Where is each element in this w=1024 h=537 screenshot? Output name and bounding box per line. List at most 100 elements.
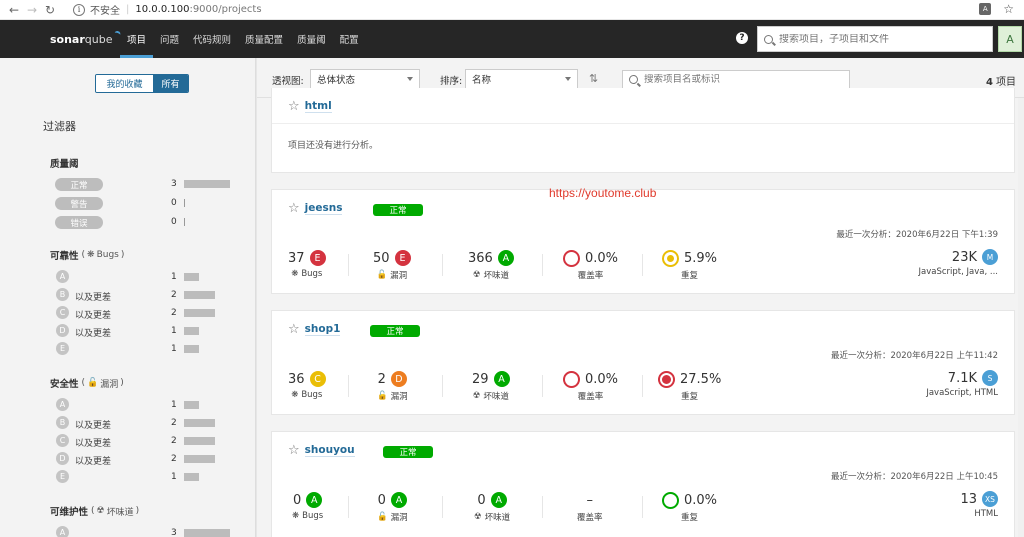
metric-value: – xyxy=(586,492,594,508)
project-name[interactable]: shouyou xyxy=(304,444,355,457)
rating-badge: A xyxy=(493,371,510,387)
bugs-metric[interactable]: 0A ❋ Bugs xyxy=(292,491,323,521)
coverage-ring-icon xyxy=(563,370,580,388)
last-analysis: 最近一次分析：2020年6月22日 上午10:45 xyxy=(830,472,998,482)
gate-pill-error[interactable]: 错误 xyxy=(55,216,103,229)
facet-title-text: 安全性 xyxy=(50,379,79,390)
security-facet-title[interactable]: 安全性 (🔓 漏洞) xyxy=(50,376,124,390)
metric-value: 50 xyxy=(373,250,390,266)
duplication-metric[interactable]: 27.5% 重复 xyxy=(658,370,721,402)
perspective-select[interactable]: 总体状态 xyxy=(310,69,420,89)
coverage-metric[interactable]: 0.0% 覆盖率 xyxy=(563,249,618,281)
size-rating-badge: S xyxy=(982,370,998,386)
top-navigation: sonarqube 项目 问题 代码规则 质量配置 质量阈 配置 ? A xyxy=(0,20,1024,58)
project-search[interactable] xyxy=(622,70,850,89)
back-arrow-icon[interactable]: ← xyxy=(5,1,23,19)
vulnerabilities-metric[interactable]: 2D 🔓 漏洞 xyxy=(377,370,408,402)
main-scrollbar[interactable] xyxy=(1018,98,1024,537)
rating-c[interactable]: C xyxy=(56,434,69,447)
rating-d[interactable]: D xyxy=(56,324,69,337)
maintainability-facet-title[interactable]: 可维护性 (☢ 坏味道) xyxy=(50,504,139,518)
bugs-metric[interactable]: 37 E ❋ Bugs xyxy=(288,249,326,279)
favorite-star-icon[interactable]: ☆ xyxy=(288,323,300,336)
nav-administration[interactable]: 配置 xyxy=(333,20,366,58)
rating-badge: A xyxy=(390,492,407,508)
metric-separator xyxy=(642,496,643,518)
size-metric[interactable]: 23K M JavaScript, Java, ... xyxy=(919,249,998,277)
metric-label: 重复 xyxy=(681,271,699,281)
facet-count: 3 xyxy=(171,179,177,189)
nav-quality-gates[interactable]: 质量阈 xyxy=(290,20,333,58)
rating-badge: A xyxy=(490,492,507,508)
project-name[interactable]: html xyxy=(304,100,332,113)
forward-arrow-icon[interactable]: → xyxy=(23,1,41,19)
facet-bar xyxy=(184,419,215,427)
code-smells-metric[interactable]: 366 A ☢ 坏味道 xyxy=(468,249,514,281)
bugs-metric[interactable]: 36 C ❋ Bugs xyxy=(288,370,326,400)
radiation-icon: ☢ xyxy=(472,270,481,280)
vulnerabilities-metric[interactable]: 50 E 🔓 漏洞 xyxy=(373,249,411,281)
nav-quality-profiles[interactable]: 质量配置 xyxy=(238,20,290,58)
rating-badge: A xyxy=(497,250,514,266)
info-icon[interactable]: i xyxy=(73,3,85,16)
sort-direction-icon[interactable]: ⇅ xyxy=(589,72,598,85)
nav-issues[interactable]: 问题 xyxy=(153,20,186,58)
global-search-input[interactable] xyxy=(779,33,979,45)
help-icon[interactable]: ? xyxy=(736,32,748,44)
sidebar-scrollbar[interactable] xyxy=(255,58,256,537)
rating-c[interactable]: C xyxy=(56,306,69,319)
address-bar[interactable]: i 不安全 | 10.0.0.100:9000/projects xyxy=(73,1,262,19)
rating-a[interactable]: A xyxy=(56,270,69,283)
gate-pill-warn[interactable]: 警告 xyxy=(55,197,103,210)
nav-projects[interactable]: 项目 xyxy=(120,20,154,58)
favorites-button[interactable]: 我的收藏 xyxy=(96,75,153,92)
project-name[interactable]: jeesns xyxy=(304,202,343,215)
coverage-metric[interactable]: – 覆盖率 xyxy=(577,491,603,524)
metric-label: 重复 xyxy=(681,513,699,523)
duplication-metric[interactable]: 5.9% 重复 xyxy=(662,249,717,281)
rating-b[interactable]: B xyxy=(56,288,69,301)
facet-subtitle: (🔓 漏洞) xyxy=(82,377,124,390)
avatar[interactable]: A xyxy=(998,26,1022,52)
quality-gate-facet-title[interactable]: 质量阈 xyxy=(50,156,79,170)
reliability-facet-title[interactable]: 可靠性 (❋ Bugs) xyxy=(50,248,124,262)
rating-b[interactable]: B xyxy=(56,416,69,429)
favorites-toggle: 我的收藏 所有 xyxy=(95,74,189,93)
rating-e[interactable]: E xyxy=(56,342,69,355)
facet-count: 1 xyxy=(171,472,177,482)
sort-select[interactable]: 名称 xyxy=(465,69,578,89)
last-analysis: 最近一次分析：2020年6月22日 下午1:39 xyxy=(836,230,998,240)
code-smells-metric[interactable]: 0A ☢ 坏味道 xyxy=(474,491,510,523)
favorite-star-icon[interactable]: ☆ xyxy=(288,202,300,215)
all-button[interactable]: 所有 xyxy=(153,75,188,92)
reload-icon[interactable]: ↻ xyxy=(41,1,59,19)
global-search[interactable] xyxy=(757,26,993,52)
metric-value: 27.5% xyxy=(680,371,722,387)
rating-d[interactable]: D xyxy=(56,452,69,465)
rating-a[interactable]: A xyxy=(56,398,69,411)
logo-text-bold: sonar xyxy=(50,32,85,46)
facet-title-text: 可靠性 xyxy=(50,251,79,262)
project-search-input[interactable] xyxy=(644,74,844,85)
project-name[interactable]: shop1 xyxy=(304,323,341,336)
rating-a[interactable]: A xyxy=(56,526,69,537)
code-smells-metric[interactable]: 29 A ☢ 坏味道 xyxy=(472,370,510,402)
radiation-icon: ☢ xyxy=(474,512,482,522)
rating-suffix: 以及更差 xyxy=(75,329,112,339)
nav-rules[interactable]: 代码规则 xyxy=(186,20,238,58)
favorite-star-icon[interactable]: ☆ xyxy=(288,100,300,113)
coverage-metric[interactable]: 0.0% 覆盖率 xyxy=(563,370,618,402)
size-metric[interactable]: 7.1K S JavaScript, HTML xyxy=(926,370,998,398)
vulnerabilities-metric[interactable]: 0A 🔓 漏洞 xyxy=(377,491,408,523)
bookmark-star-icon[interactable]: ☆ xyxy=(1003,2,1014,16)
sort-value: 名称 xyxy=(472,75,492,86)
translate-icon[interactable]: A xyxy=(979,3,992,15)
favorite-star-icon[interactable]: ☆ xyxy=(288,444,300,457)
duplication-metric[interactable]: 0.0% 重复 xyxy=(662,491,717,523)
rating-badge: E xyxy=(394,250,411,266)
facet-bar xyxy=(184,401,199,409)
sonarqube-logo[interactable]: sonar qube xyxy=(50,30,122,46)
rating-e[interactable]: E xyxy=(56,470,69,483)
gate-pill-ok[interactable]: 正常 xyxy=(55,178,103,191)
size-metric[interactable]: 13 XS HTML xyxy=(960,491,998,519)
